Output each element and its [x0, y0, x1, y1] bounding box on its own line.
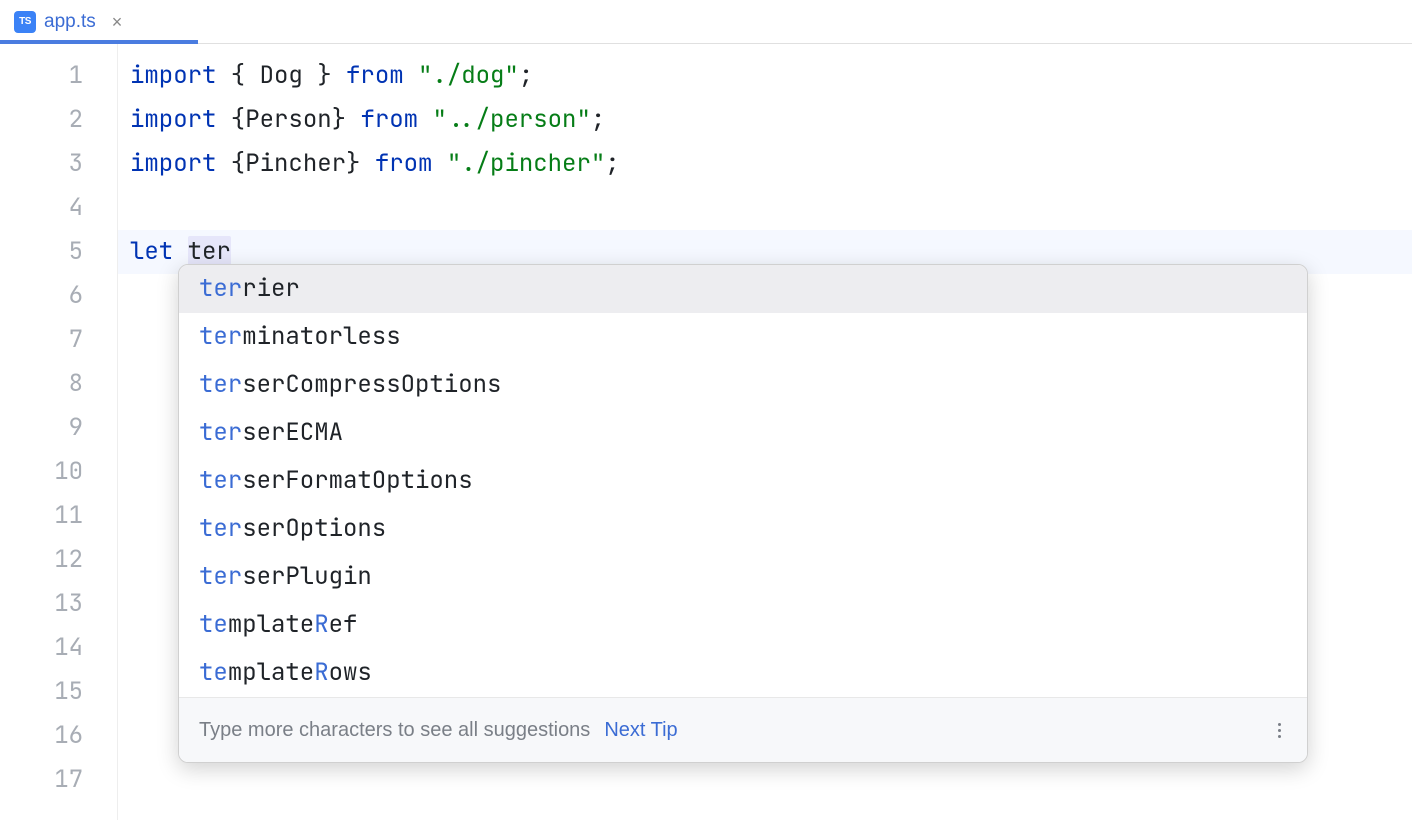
code-area[interactable]: import { Dog } from "./dog";import {Pers… [118, 44, 1412, 820]
gutter-line: 10 [0, 450, 83, 494]
gutter-line: 4 [0, 186, 83, 230]
tab-label: app.ts [44, 11, 96, 33]
gutter-line: 11 [0, 494, 83, 538]
gutter-line: 16 [0, 714, 83, 758]
gutter-line: 12 [0, 538, 83, 582]
autocomplete-item[interactable]: templateRows [179, 649, 1307, 697]
autocomplete-list: terrierterminatorlessterserCompressOptio… [179, 265, 1307, 697]
close-icon[interactable]: × [112, 13, 123, 31]
autocomplete-footer: Type more characters to see all suggesti… [179, 697, 1307, 762]
autocomplete-item[interactable]: templateRef [179, 601, 1307, 649]
gutter-line: 7 [0, 318, 83, 362]
gutter-line: 13 [0, 582, 83, 626]
tab-app-ts[interactable]: TS app.ts × [0, 0, 136, 43]
gutter-line: 9 [0, 406, 83, 450]
gutter-line: 3 [0, 142, 83, 186]
code-line[interactable]: import { Dog } from "./dog"; [130, 54, 1412, 98]
gutter-line: 2 [0, 98, 83, 142]
gutter-line: 15 [0, 670, 83, 714]
next-tip-link[interactable]: Next Tip [604, 708, 677, 752]
code-line[interactable] [130, 186, 1412, 230]
autocomplete-item[interactable]: terserOptions [179, 505, 1307, 553]
autocomplete-item[interactable]: terserCompressOptions [179, 361, 1307, 409]
gutter: 1234567891011121314151617 [0, 44, 118, 820]
autocomplete-item[interactable]: terserFormatOptions [179, 457, 1307, 505]
code-line[interactable]: import {Person} from "../person"; [130, 98, 1412, 142]
gutter-line: 1 [0, 54, 83, 98]
code-line[interactable] [130, 758, 1412, 802]
more-icon[interactable] [1272, 719, 1287, 742]
gutter-line: 14 [0, 626, 83, 670]
autocomplete-item[interactable]: terminatorless [179, 313, 1307, 361]
tab-bar: TS app.ts × [0, 0, 1412, 44]
code-line[interactable]: import {Pincher} from "./pincher"; [130, 142, 1412, 186]
autocomplete-item[interactable]: terserPlugin [179, 553, 1307, 601]
editor: 1234567891011121314151617 import { Dog }… [0, 44, 1412, 820]
autocomplete-popup: terrierterminatorlessterserCompressOptio… [178, 264, 1308, 763]
gutter-line: 17 [0, 758, 83, 802]
autocomplete-item[interactable]: terrier [179, 265, 1307, 313]
gutter-line: 5 [0, 230, 83, 274]
gutter-line: 6 [0, 274, 83, 318]
typescript-icon: TS [14, 11, 36, 33]
gutter-line: 8 [0, 362, 83, 406]
autocomplete-item[interactable]: terserECMA [179, 409, 1307, 457]
autocomplete-footer-text: Type more characters to see all suggesti… [199, 708, 590, 752]
